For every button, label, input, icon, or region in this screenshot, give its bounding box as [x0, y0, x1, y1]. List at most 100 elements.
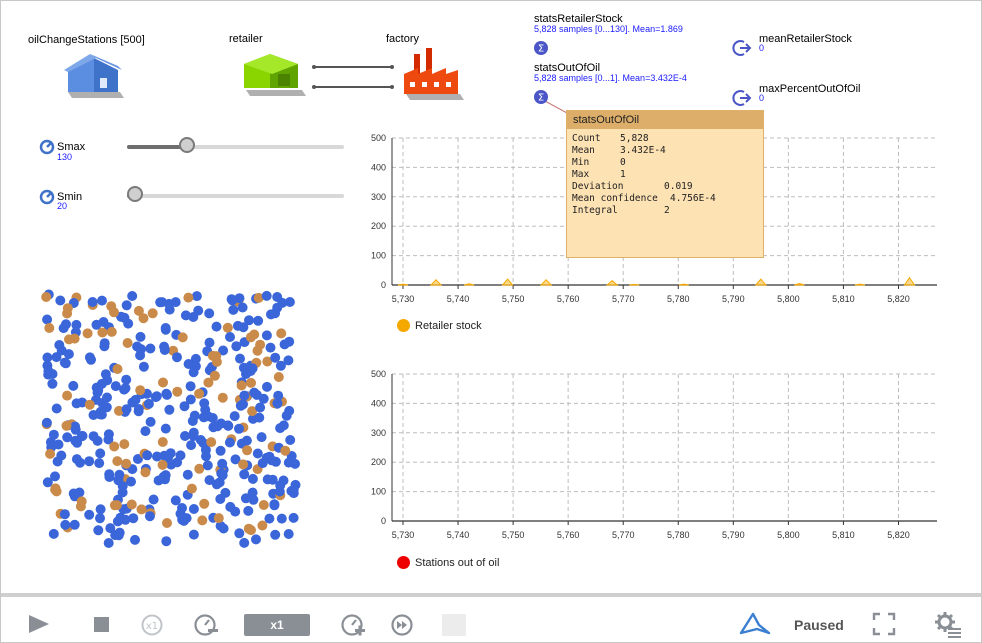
retailer-warehouse-icon[interactable] — [240, 50, 310, 98]
station-marker — [283, 355, 294, 366]
y-tick-label: 500 — [371, 133, 386, 143]
station-marker — [112, 456, 123, 467]
station-marker — [278, 475, 289, 486]
smin-slider-thumb[interactable] — [127, 186, 143, 202]
fullscreen-icon[interactable] — [872, 612, 896, 636]
station-marker — [95, 513, 105, 524]
speed-indicator[interactable]: x1 — [244, 614, 310, 636]
x-tick-label: 5,740 — [447, 530, 470, 540]
tooltip-row: Min 0 — [567, 157, 763, 169]
play-icon[interactable] — [27, 613, 51, 635]
station-marker — [195, 435, 206, 445]
station-marker — [110, 530, 121, 541]
station-marker — [255, 402, 266, 413]
station-marker — [68, 380, 79, 391]
station-marker — [183, 292, 194, 303]
x-tick-label: 5,740 — [447, 294, 470, 304]
station-marker — [145, 416, 156, 427]
station-marker — [144, 511, 155, 522]
output-icon[interactable] — [732, 89, 752, 107]
legend-retailer-stock: Retailer stock — [415, 320, 482, 332]
speed-up-icon[interactable] — [340, 612, 366, 638]
station-marker — [112, 364, 123, 374]
station-marker — [158, 377, 168, 388]
factory-icon[interactable] — [400, 46, 466, 102]
station-marker — [243, 505, 254, 516]
station-marker — [135, 331, 146, 342]
station-marker — [220, 487, 231, 498]
station-marker — [93, 525, 104, 536]
house-icon[interactable] — [60, 48, 128, 100]
data-spike — [754, 278, 767, 286]
fast-forward-icon[interactable] — [390, 612, 416, 638]
tooltip-row-value: 4.756E-4 — [670, 193, 716, 204]
stations-out-of-oil-chart: 0 100 200 300 400 500 5,730 5,740 5,750 5,760 5,77… — [371, 369, 937, 540]
station-marker — [69, 333, 80, 344]
station-marker — [273, 372, 284, 382]
station-marker — [84, 509, 95, 520]
station-marker — [223, 420, 234, 431]
station-marker — [241, 435, 252, 446]
station-marker — [217, 392, 228, 403]
station-marker — [224, 437, 235, 448]
station-marker — [68, 488, 79, 499]
station-marker — [41, 292, 52, 302]
station-marker — [103, 538, 114, 548]
slow-down-icon[interactable] — [193, 612, 219, 638]
station-marker — [86, 354, 96, 365]
station-marker — [180, 310, 191, 321]
tooltip-row: Mean confidence 4.756E-4 — [567, 193, 763, 205]
smin-slider[interactable] — [127, 186, 344, 202]
station-marker — [197, 515, 208, 526]
svg-text:Σ: Σ — [538, 44, 544, 55]
stats-out-of-oil-summary: 5,828 samples [0...1]. Mean=3.432E-4 — [534, 73, 687, 83]
station-marker — [193, 305, 204, 316]
x-tick-label: 5,810 — [832, 294, 855, 304]
station-marker — [142, 450, 153, 461]
x-tick-label: 5,790 — [722, 530, 745, 540]
x-tick-label: 5,760 — [557, 530, 580, 540]
data-spike — [429, 278, 443, 286]
station-marker — [84, 456, 95, 467]
station-marker — [256, 432, 267, 443]
smax-slider-thumb[interactable] — [179, 137, 195, 153]
station-marker — [285, 435, 296, 445]
station-marker — [164, 404, 175, 415]
station-marker — [121, 458, 132, 469]
parameter-icon[interactable] — [39, 139, 55, 155]
y-tick-label: 300 — [371, 192, 386, 202]
station-marker — [277, 297, 288, 308]
station-marker — [62, 432, 73, 443]
x-tick-label: 5,820 — [887, 530, 910, 540]
parameter-icon[interactable] — [39, 189, 55, 205]
x-tick-label: 5,810 — [832, 530, 855, 540]
station-marker — [185, 394, 196, 405]
station-marker — [138, 361, 149, 372]
station-marker — [69, 519, 80, 530]
playback-toolbar: x1 x1 Paused — [1, 593, 981, 642]
station-marker — [109, 441, 120, 452]
station-marker — [284, 336, 295, 347]
station-marker — [257, 520, 268, 531]
stop-icon[interactable] — [93, 616, 111, 634]
settings-icon[interactable] — [934, 611, 962, 639]
station-marker — [51, 403, 62, 414]
station-marker — [126, 499, 137, 510]
smax-slider[interactable] — [127, 137, 344, 153]
station-marker — [151, 391, 162, 402]
x-tick-label: 5,780 — [667, 530, 690, 540]
mean-retailer-stock-value: 0 — [759, 43, 765, 53]
station-marker — [43, 366, 54, 376]
station-marker — [61, 319, 71, 330]
legend-stations-out-of-oil-marker — [397, 556, 410, 569]
step-icon[interactable]: x1 — [140, 613, 164, 637]
station-marker — [132, 341, 143, 352]
station-marker — [160, 324, 171, 335]
sigma-icon[interactable]: Σ — [533, 40, 549, 56]
output-icon[interactable] — [732, 39, 752, 57]
station-marker — [100, 369, 111, 380]
blank-button[interactable] — [442, 614, 466, 636]
y-tick-label: 200 — [371, 457, 386, 467]
x-tick-label: 5,820 — [887, 294, 910, 304]
station-marker — [162, 518, 172, 528]
